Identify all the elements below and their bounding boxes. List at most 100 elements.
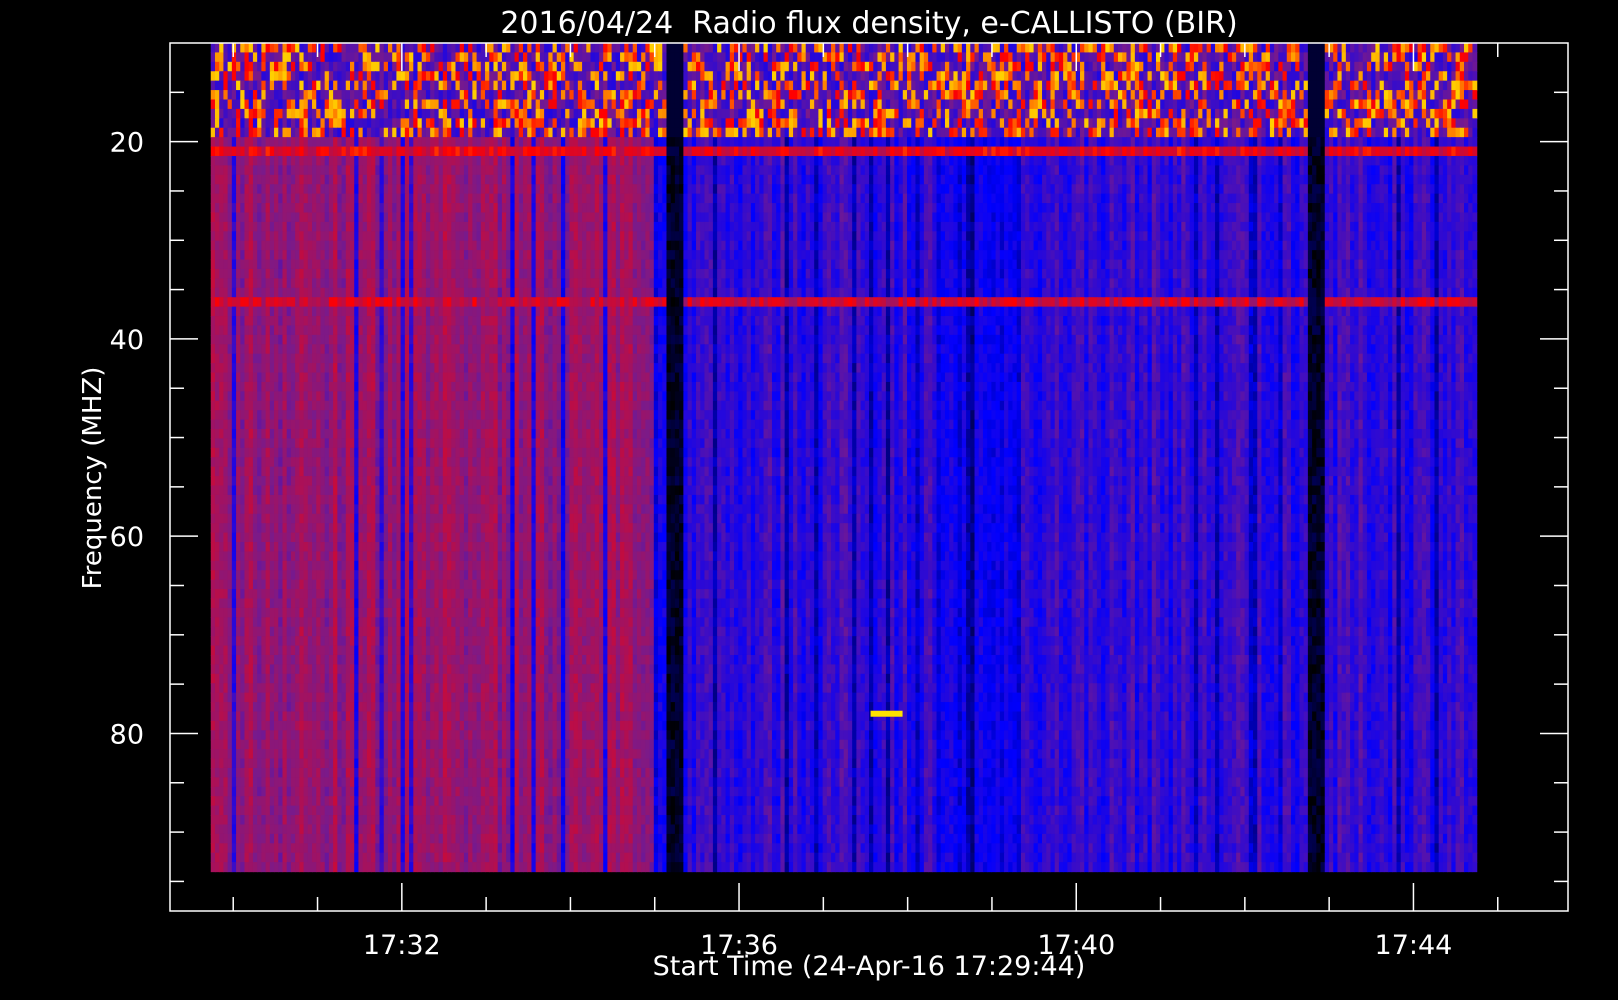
spectrogram-cell xyxy=(843,184,849,195)
spectrogram-cell xyxy=(1358,90,1364,101)
spectrogram-cell xyxy=(1155,137,1161,148)
spectrogram-cell xyxy=(244,174,250,185)
spectrogram-cell xyxy=(1464,155,1469,166)
spectrogram-cell xyxy=(1016,193,1022,204)
spectrogram-cell xyxy=(548,165,554,176)
spectrogram-cell xyxy=(252,80,258,91)
spectrogram-cell xyxy=(1042,99,1047,110)
spectrogram-cell xyxy=(1358,52,1364,63)
spectrogram-cell xyxy=(1012,43,1018,54)
spectrogram-cell xyxy=(303,146,309,157)
spectrogram-cell xyxy=(911,118,917,129)
spectrogram-cell xyxy=(636,137,642,148)
spectrogram-cell xyxy=(936,155,942,166)
spectrogram-cell xyxy=(1160,108,1166,119)
spectrogram-cell xyxy=(1244,80,1250,91)
spectrogram-cell xyxy=(632,108,638,119)
spectrogram-cell xyxy=(1046,61,1052,72)
spectrogram-cell xyxy=(712,127,718,138)
spectrogram-cell xyxy=(569,146,575,157)
spectrogram-cell xyxy=(1345,155,1351,166)
spectrogram-cell xyxy=(603,90,608,101)
spectrogram-cell xyxy=(1286,108,1292,119)
spectrogram-cell xyxy=(1307,108,1313,119)
spectrogram-cell xyxy=(409,52,414,63)
spectrogram-cell xyxy=(995,108,1001,119)
spectrogram-cell xyxy=(451,184,457,195)
spectrogram-cell xyxy=(324,43,330,54)
spectrogram-cell xyxy=(240,146,246,157)
spectrogram-cell xyxy=(1008,174,1014,185)
spectrogram-cell xyxy=(687,174,693,185)
spectrogram-cell xyxy=(1063,61,1068,72)
spectrogram-cell xyxy=(1054,118,1060,129)
spectrogram-cell xyxy=(400,90,406,101)
spectrogram-cell xyxy=(620,99,625,110)
spectrogram-cell xyxy=(771,118,777,129)
spectrogram-cell xyxy=(1096,146,1102,157)
spectrogram-cell xyxy=(1312,99,1317,110)
spectrogram-cell xyxy=(236,99,241,110)
spectrogram-cell xyxy=(759,80,765,91)
spectrogram-cell xyxy=(1438,61,1444,72)
spectrogram-cell xyxy=(451,165,457,176)
spectrogram-cell xyxy=(1058,155,1064,166)
spectrogram-cell xyxy=(252,90,258,101)
spectrogram-cell xyxy=(923,137,929,148)
spectrogram-cell xyxy=(721,118,727,129)
spectrogram-cell xyxy=(1126,52,1132,63)
spectrogram-cell xyxy=(953,184,959,195)
spectrogram-cell xyxy=(493,71,499,82)
spectrogram-cell xyxy=(1451,137,1457,148)
spectrogram-cell xyxy=(620,127,625,138)
spectrogram-cell xyxy=(577,146,583,157)
spectrogram-cell xyxy=(641,80,646,91)
spectrogram-cell xyxy=(1362,80,1368,91)
spectrogram-cell xyxy=(679,174,684,185)
spectrogram-cell xyxy=(860,108,866,119)
spectrogram-cell xyxy=(447,71,452,82)
spectrogram-cell xyxy=(392,165,398,176)
spectrogram-cell xyxy=(1295,184,1301,195)
spectrogram-cell xyxy=(767,43,773,54)
spectrogram-cell xyxy=(961,165,967,176)
spectrogram-cell xyxy=(742,184,748,195)
spectrogram-cell xyxy=(928,193,933,204)
spectrogram-cell xyxy=(944,137,950,148)
spectrogram-cell xyxy=(755,108,760,119)
spectrogram-cell xyxy=(797,155,803,166)
spectrogram-cell xyxy=(974,43,980,54)
spectrogram-cell xyxy=(1050,80,1056,91)
spectrogram-cell xyxy=(316,184,322,195)
spectrogram-cell xyxy=(320,118,326,129)
spectrogram-cell xyxy=(818,146,824,157)
spectrogram-cell xyxy=(662,80,668,91)
spectrogram-cell xyxy=(409,99,414,110)
spectrogram-cell xyxy=(780,61,786,72)
spectrogram-cell xyxy=(1012,184,1018,195)
spectrogram-cell xyxy=(944,127,950,138)
spectrogram-cell xyxy=(835,80,841,91)
spectrogram-cell xyxy=(1472,71,1478,82)
spectrogram-cell xyxy=(881,146,887,157)
spectrogram-cell xyxy=(746,99,752,110)
spectrogram-cell xyxy=(666,165,672,176)
spectrogram-cell xyxy=(506,146,511,157)
spectrogram-cell xyxy=(379,184,385,195)
spectrogram-cell xyxy=(506,193,511,204)
spectrogram-cell xyxy=(961,90,967,101)
spectrogram-cell xyxy=(455,80,461,91)
spectrogram-cell xyxy=(1143,146,1149,157)
spectrogram-cell xyxy=(1210,118,1216,129)
spectrogram-cell xyxy=(214,90,220,101)
spectrogram-cell xyxy=(1404,71,1410,82)
spectrogram-cell xyxy=(641,137,646,148)
spectrogram-cell xyxy=(1261,165,1267,176)
spectrogram-cell xyxy=(708,90,714,101)
spectrogram-cell xyxy=(371,99,376,110)
spectrogram-cell xyxy=(776,155,782,166)
spectrogram-cell xyxy=(1067,118,1073,129)
spectrogram-cell xyxy=(312,99,317,110)
spectrogram-cell xyxy=(1366,137,1372,148)
spectrogram-cell xyxy=(1303,165,1309,176)
